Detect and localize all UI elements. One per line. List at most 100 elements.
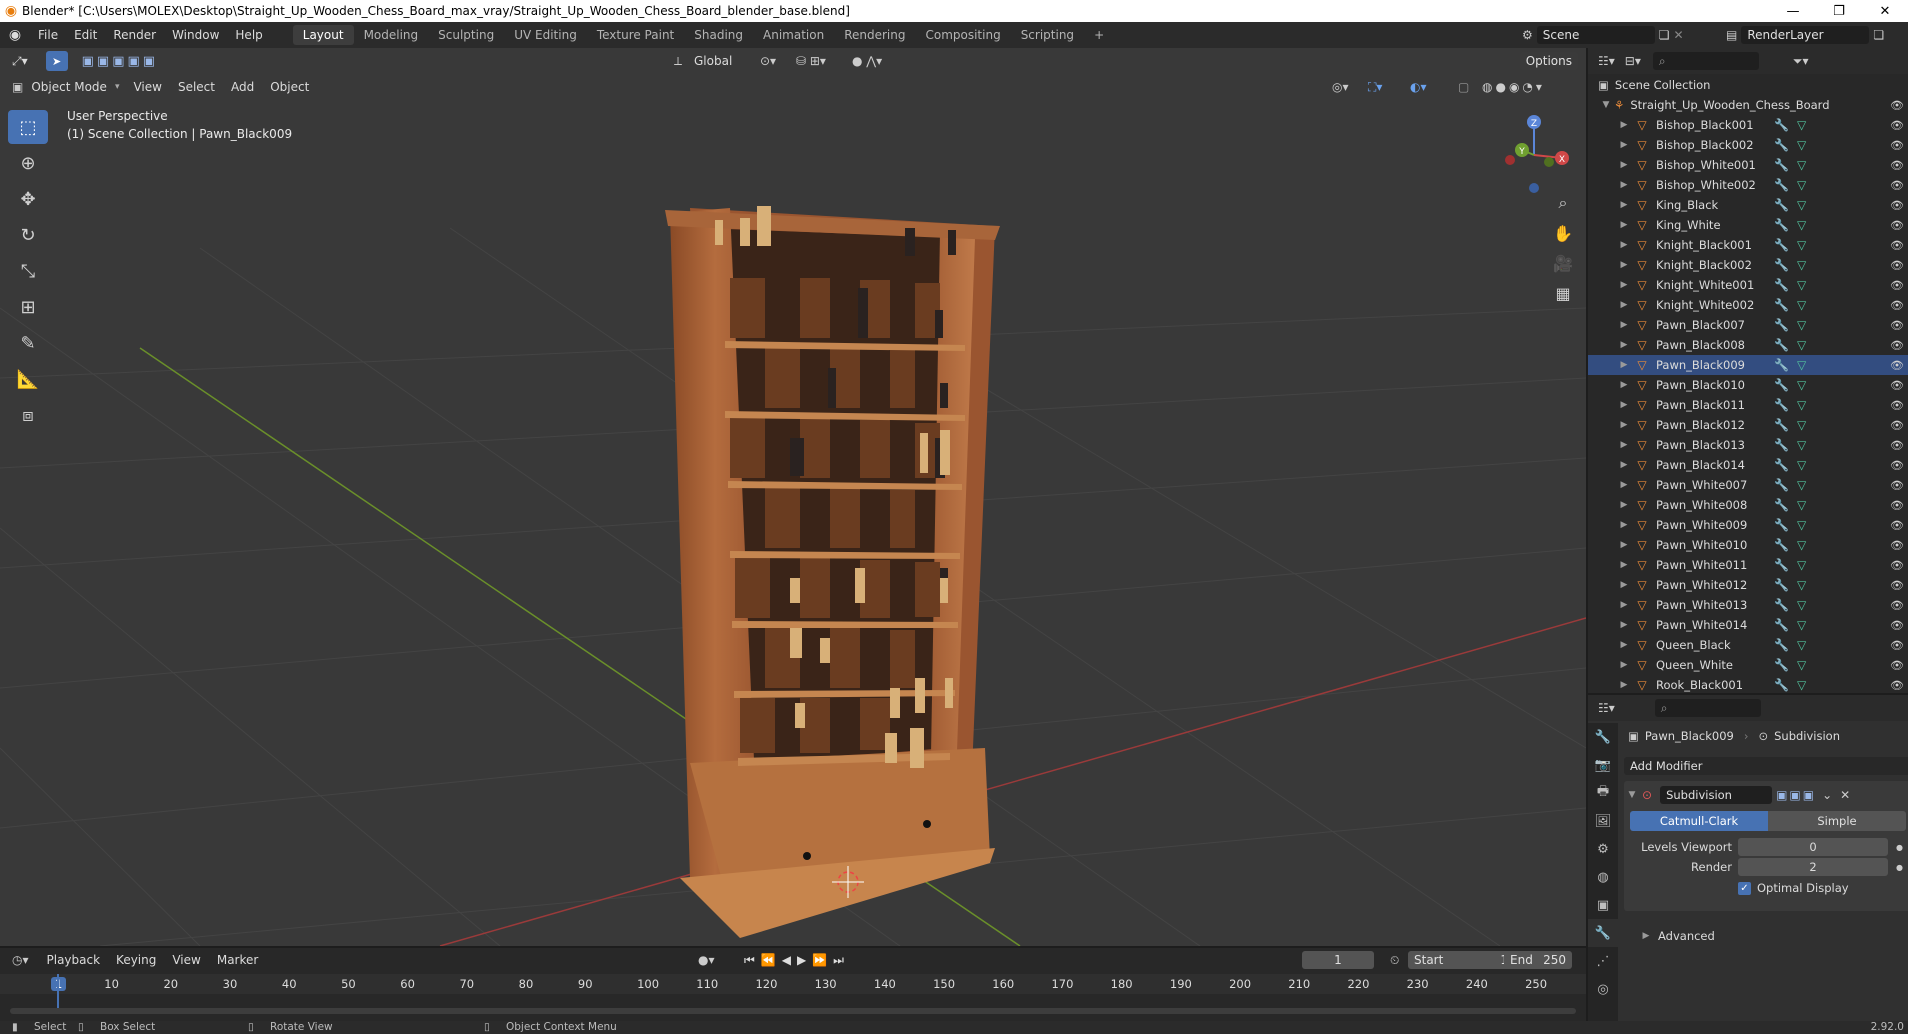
modifier-icon[interactable]: 🔧 [1774, 158, 1789, 172]
properties-search-input[interactable]: ⌕ [1654, 699, 1761, 717]
mesh-data-icon[interactable]: ▽ [1797, 598, 1806, 612]
mesh-data-icon[interactable]: ▽ [1797, 258, 1806, 272]
outliner-item[interactable]: ▶ ▽ Pawn_Black011 🔧 ▽ 👁 [1588, 395, 1908, 415]
expand-icon[interactable]: ▶ [1618, 580, 1630, 590]
modifier-icon[interactable]: 🔧 [1774, 518, 1789, 532]
snap-icon[interactable]: ⛁ ⊞▾ [796, 54, 826, 68]
modifier-icon[interactable]: 🔧 [1774, 598, 1789, 612]
outliner-item[interactable]: ▶ ▽ Knight_White002 🔧 ▽ 👁 [1588, 295, 1908, 315]
catmull-clark-button[interactable]: Catmull-Clark [1630, 811, 1768, 831]
mesh-data-icon[interactable]: ▽ [1797, 418, 1806, 432]
outliner-item[interactable]: ▶ ▽ Pawn_White014 🔧 ▽ 👁 [1588, 615, 1908, 635]
simple-button[interactable]: Simple [1768, 811, 1906, 831]
modifier-icon[interactable]: 🔧 [1774, 218, 1789, 232]
scene-tab-icon[interactable]: ⚙ [1588, 835, 1618, 863]
menu-keying[interactable]: Keying [108, 951, 164, 969]
proportional-edit-icon[interactable]: ● ⋀▾ [852, 54, 882, 68]
modifier-icon[interactable]: 🔧 [1774, 338, 1789, 352]
selection-mode-icons[interactable]: ▣▣▣▣▣ [82, 54, 158, 69]
eye-icon[interactable]: 👁 [1890, 159, 1904, 172]
eye-icon[interactable]: 👁 [1890, 139, 1904, 152]
menu-timeline-view[interactable]: View [164, 951, 208, 969]
render-levels-field[interactable]: 2 [1738, 858, 1888, 876]
expand-icon[interactable]: ▶ [1618, 600, 1630, 610]
properties-editor-icon[interactable]: ☷▾ [1598, 701, 1615, 715]
outliner-item[interactable]: ▶ ▽ Bishop_Black002 🔧 ▽ 👁 [1588, 135, 1908, 155]
outliner-item[interactable]: ▶ ▽ Bishop_Black001 🔧 ▽ 👁 [1588, 115, 1908, 135]
mesh-data-icon[interactable]: ▽ [1797, 618, 1806, 632]
eye-icon[interactable]: 👁 [1890, 619, 1904, 632]
eye-icon[interactable]: 👁 [1890, 359, 1904, 372]
pan-hand-icon[interactable]: ✋ [1550, 220, 1576, 246]
eye-icon[interactable]: 👁 [1890, 299, 1904, 312]
mesh-data-icon[interactable]: ▽ [1797, 118, 1806, 132]
mesh-data-icon[interactable]: ▽ [1797, 378, 1806, 392]
close-window-button[interactable]: ✕ [1862, 0, 1908, 22]
modifier-icon[interactable]: 🔧 [1774, 198, 1789, 212]
3d-viewport[interactable]: ⤢▾ ➤ ▣▣▣▣▣ ⟂ Global ⊙▾ ⛁ ⊞▾ ● ⋀▾ Options… [0, 48, 1586, 946]
tab-sculpting[interactable]: Sculpting [428, 25, 504, 45]
eye-icon[interactable]: 👁 [1890, 499, 1904, 512]
end-frame-field[interactable]: End 250 [1504, 951, 1572, 969]
outliner-item[interactable]: ▶ ▽ Bishop_White002 🔧 ▽ 👁 [1588, 175, 1908, 195]
outliner-search-input[interactable]: ⌕ [1652, 52, 1759, 70]
expand-icon[interactable]: ▶ [1618, 420, 1630, 430]
chevron-down-icon[interactable]: ⌄ [1822, 788, 1832, 802]
preview-range-icon[interactable]: ⏲ [1390, 953, 1399, 968]
eye-icon[interactable]: 👁 [1890, 239, 1904, 252]
expand-icon[interactable]: ▶ [1618, 300, 1630, 310]
mesh-data-icon[interactable]: ▽ [1797, 138, 1806, 152]
outliner-item[interactable]: ▶ ▽ Queen_Black 🔧 ▽ 👁 [1588, 635, 1908, 655]
mesh-data-icon[interactable]: ▽ [1797, 518, 1806, 532]
eye-icon[interactable]: 👁 [1890, 199, 1904, 212]
expand-icon[interactable]: ▶ [1618, 540, 1630, 550]
xray-icon[interactable]: ▢ [1458, 80, 1469, 94]
eye-icon[interactable]: 👁 [1890, 339, 1904, 352]
mesh-data-icon[interactable]: ▽ [1797, 238, 1806, 252]
viewport-scene[interactable] [0, 48, 1586, 946]
move-tool-icon[interactable]: ✥ [8, 182, 48, 216]
camera-icon[interactable]: 🎥 [1550, 250, 1576, 276]
modifier-icon[interactable]: 🔧 [1774, 298, 1789, 312]
minimize-button[interactable]: — [1770, 0, 1816, 22]
particles-tab-icon[interactable]: ⋰ [1588, 947, 1618, 975]
levels-viewport-field[interactable]: 0 [1738, 838, 1888, 856]
modifier-icon[interactable]: 🔧 [1774, 678, 1789, 692]
expand-icon[interactable]: ▶ [1618, 260, 1630, 270]
physics-tab-icon[interactable]: ◎ [1588, 975, 1618, 1003]
menu-render[interactable]: Render [105, 28, 164, 42]
navigation-gizmo[interactable]: Z X Y [1494, 110, 1574, 200]
outliner-item[interactable]: ▶ ▽ Pawn_White007 🔧 ▽ 👁 [1588, 475, 1908, 495]
current-frame-field[interactable]: 1 [1302, 951, 1374, 969]
zoom-icon[interactable]: ⌕ [1550, 190, 1576, 216]
scene-icon[interactable]: ⚙ [1522, 28, 1533, 42]
new-view-layer-icon[interactable]: ❏ [1873, 28, 1884, 42]
modifier-icon[interactable]: 🔧 [1774, 118, 1789, 132]
mesh-data-icon[interactable]: ▽ [1797, 198, 1806, 212]
editor-type-icon[interactable]: ⤢▾ [0, 52, 36, 71]
tab-texture-paint[interactable]: Texture Paint [587, 25, 684, 45]
modifier-icon[interactable]: 🔧 [1774, 238, 1789, 252]
outliner-item[interactable]: ▶ ▽ Pawn_White009 🔧 ▽ 👁 [1588, 515, 1908, 535]
tool-tab-icon[interactable]: 🔧 [1588, 723, 1618, 751]
expand-icon[interactable]: ▶ [1618, 280, 1630, 290]
eye-icon[interactable]: 👁 [1890, 119, 1904, 132]
eye-icon[interactable]: 👁 [1890, 559, 1904, 572]
modifier-display-toggles[interactable]: ▣▣▣ [1776, 788, 1816, 802]
eye-icon[interactable]: 👁 [1890, 459, 1904, 472]
mesh-data-icon[interactable]: ▽ [1797, 478, 1806, 492]
modifier-icon[interactable]: 🔧 [1774, 578, 1789, 592]
outliner-item[interactable]: ▶ ▽ Pawn_Black010 🔧 ▽ 👁 [1588, 375, 1908, 395]
add-workspace-button[interactable]: + [1084, 25, 1114, 45]
expand-icon[interactable]: ▶ [1618, 400, 1630, 410]
remove-modifier-icon[interactable]: ✕ [1840, 788, 1850, 802]
outliner-item[interactable]: ▶ ▽ Knight_White001 🔧 ▽ 👁 [1588, 275, 1908, 295]
mesh-data-icon[interactable]: ▽ [1797, 558, 1806, 572]
expand-icon[interactable]: ▶ [1618, 360, 1630, 370]
mesh-data-icon[interactable]: ▽ [1797, 638, 1806, 652]
eye-icon[interactable]: 👁 [1890, 659, 1904, 672]
transform-tool-icon[interactable]: ⊞ [8, 290, 48, 324]
blender-menu-icon[interactable]: ◉ [0, 27, 30, 43]
optimal-display-checkbox[interactable]: ✓ [1738, 881, 1751, 895]
modifier-icon[interactable]: 🔧 [1774, 658, 1789, 672]
